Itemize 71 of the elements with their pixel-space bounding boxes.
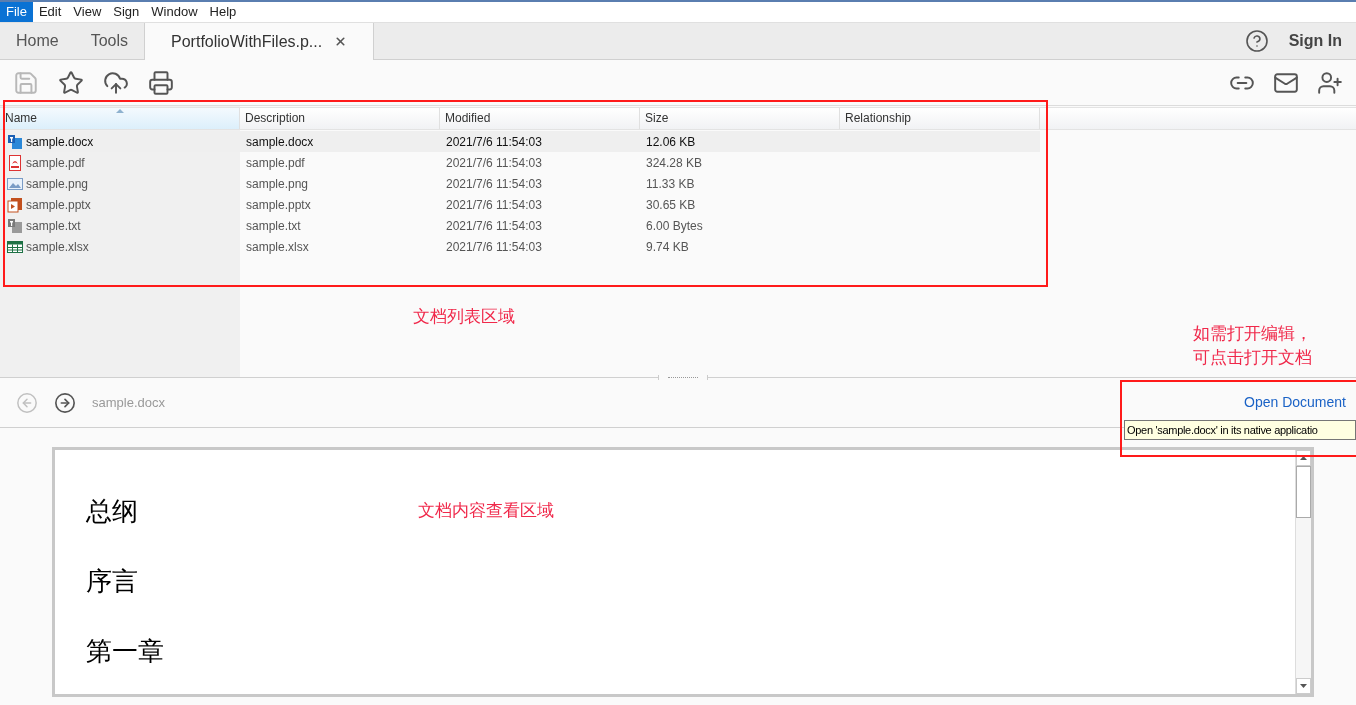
table-cell-text: 2021/7/6 11:54:03 bbox=[445, 196, 543, 214]
table-cell-text: sample.txt bbox=[26, 217, 81, 235]
scroll-thumb[interactable] bbox=[1296, 466, 1311, 518]
slides-file-icon bbox=[7, 196, 23, 213]
tab[interactable]: Home bbox=[0, 23, 75, 59]
annotation-text: 如需打开编辑， bbox=[1193, 323, 1312, 345]
file-row[interactable]: sample.docx sample.docx 2021/7/6 11:54:03 12.06 KB bbox=[6, 131, 1040, 152]
forward-button[interactable] bbox=[54, 391, 76, 414]
column-header[interactable]: Modified bbox=[440, 108, 640, 129]
table-cell-text: sample.txt bbox=[245, 217, 302, 235]
document-heading: 总纲 bbox=[86, 496, 138, 526]
help-icon[interactable] bbox=[1244, 29, 1269, 53]
open-document-link[interactable]: Open Document bbox=[1244, 392, 1346, 413]
table-cell-text: 2021/7/6 11:54:03 bbox=[445, 154, 543, 172]
annotation-text: 可点击打开文档 bbox=[1193, 347, 1312, 369]
column-header[interactable]: Name bbox=[0, 108, 240, 129]
table-cell-text: 2021/7/6 11:54:03 bbox=[445, 217, 543, 235]
menu-item[interactable]: Edit bbox=[32, 2, 68, 22]
table-cell-text: sample.pdf bbox=[245, 154, 306, 172]
menu-item[interactable]: Help bbox=[203, 2, 243, 22]
table-cell-text: sample.docx bbox=[245, 133, 315, 151]
file-row[interactable]: sample.pdf sample.pdf 2021/7/6 11:54:03 324.28 KB bbox=[6, 152, 1040, 173]
scroll-down-icon[interactable] bbox=[1300, 684, 1307, 688]
column-header[interactable]: Relationship bbox=[840, 108, 1040, 129]
star-icon[interactable] bbox=[58, 69, 84, 96]
table-cell-text: sample.docx bbox=[26, 133, 94, 151]
table-cell-text: 30.65 KB bbox=[645, 196, 697, 214]
table-cell-text: 324.28 KB bbox=[645, 154, 704, 172]
tooltip: Open 'sample.docx' in its native applicatio bbox=[1124, 420, 1356, 440]
current-file-name: sample.docx bbox=[92, 393, 165, 412]
file-row[interactable]: sample.pptx sample.pptx 2021/7/6 11:54:03 30.65 KB bbox=[6, 194, 1040, 215]
document-heading: 序言 bbox=[86, 566, 138, 596]
menu-item[interactable]: File bbox=[0, 2, 33, 22]
table-cell-text: sample.png bbox=[26, 175, 89, 193]
annotation-text: 文档内容查看区域 bbox=[418, 500, 554, 522]
menu-item[interactable]: Window bbox=[145, 2, 204, 22]
table-cell-text: sample.xlsx bbox=[26, 238, 89, 256]
table-cell-text: 6.00 Bytes bbox=[645, 217, 704, 235]
table-cell-text: 2021/7/6 11:54:03 bbox=[445, 238, 543, 256]
table-cell-text: 2021/7/6 11:54:03 bbox=[445, 133, 543, 151]
table-cell-text: sample.xlsx bbox=[245, 238, 310, 256]
sort-arrow-icon bbox=[116, 109, 124, 113]
column-header[interactable]: Description bbox=[240, 108, 440, 129]
pdf-file-icon bbox=[7, 154, 23, 171]
annotation-text: 文档列表区域 bbox=[413, 306, 515, 328]
table-cell-text: 9.74 KB bbox=[645, 238, 690, 256]
tab[interactable]: PortfolioWithFiles.p... bbox=[144, 23, 375, 60]
text-file-icon bbox=[7, 217, 23, 234]
menu-item[interactable]: Sign bbox=[107, 2, 146, 22]
scrollbar[interactable] bbox=[1295, 450, 1311, 694]
image-file-icon bbox=[7, 175, 23, 192]
table-cell-text: 12.06 KB bbox=[645, 133, 697, 151]
table-cell-text: sample.pdf bbox=[26, 154, 85, 172]
cloud-upload-icon[interactable] bbox=[103, 69, 129, 96]
table-cell-text: 11.33 KB bbox=[645, 175, 696, 193]
table-cell-text: 2021/7/6 11:54:03 bbox=[445, 175, 543, 193]
tab[interactable]: Tools bbox=[74, 23, 145, 59]
add-user-icon[interactable] bbox=[1317, 69, 1343, 96]
table-cell-text: sample.png bbox=[245, 175, 310, 193]
table-cell-text: sample.pptx bbox=[245, 196, 312, 214]
file-row[interactable]: sample.png sample.png 2021/7/6 11:54:03 11.33 KB bbox=[6, 173, 1040, 194]
spreadsheet-file-icon bbox=[7, 238, 23, 255]
column-header[interactable]: Size bbox=[640, 108, 840, 129]
menu-item[interactable]: View bbox=[67, 2, 108, 22]
sign-in-button[interactable]: Sign In bbox=[1288, 29, 1342, 53]
file-row[interactable]: sample.txt sample.txt 2021/7/6 11:54:03 6.00 Bytes bbox=[6, 215, 1040, 236]
table-cell-text: sample.pptx bbox=[26, 196, 91, 214]
print-icon[interactable] bbox=[148, 69, 174, 96]
document-heading: 第一章 bbox=[86, 636, 164, 666]
file-row[interactable]: sample.xlsx sample.xlsx 2021/7/6 11:54:03 9.74 KB bbox=[6, 236, 1040, 257]
word-file-icon bbox=[7, 133, 23, 150]
